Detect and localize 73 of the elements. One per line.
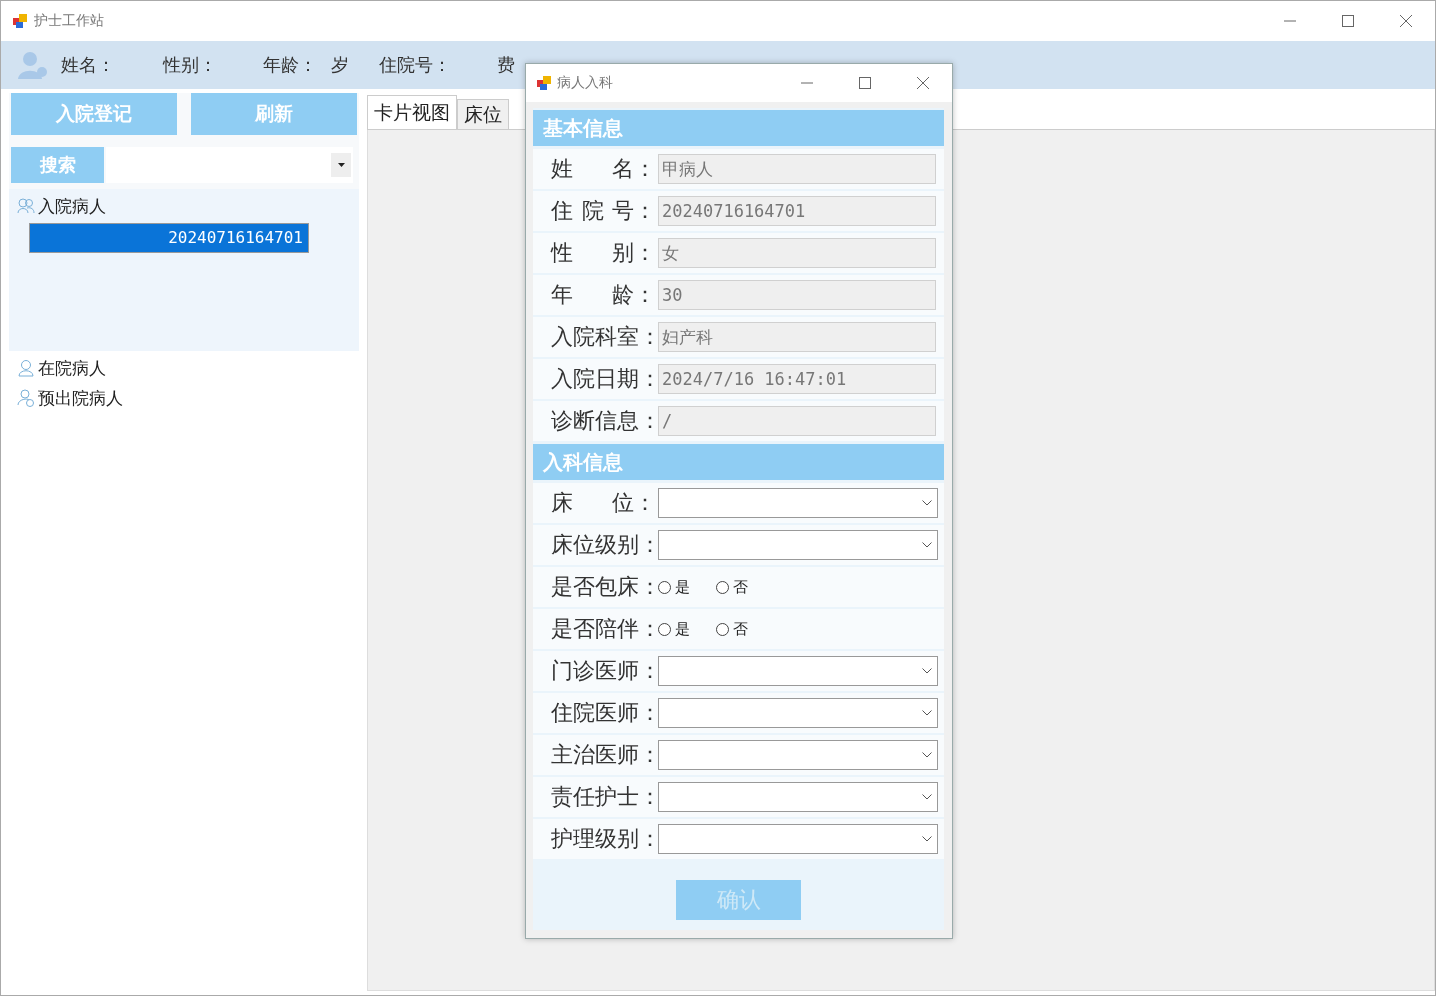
- chevron-down-icon: [922, 542, 932, 548]
- section-header: 基本信息: [533, 110, 944, 146]
- chevron-down-icon: [922, 500, 932, 506]
- tree-item[interactable]: 在院病人: [17, 355, 359, 381]
- chevron-down-icon: [922, 836, 932, 842]
- field-label: 床位：: [551, 489, 656, 517]
- field-label: 是否陪伴：: [551, 615, 656, 643]
- field-label: 诊断信息：: [551, 407, 656, 435]
- chevron-down-icon: [922, 668, 932, 674]
- section-header: 入科信息: [533, 444, 944, 480]
- field-label: 床位级别：: [551, 531, 656, 559]
- dropdown-icon: [337, 163, 345, 167]
- chevron-down-icon: [922, 794, 932, 800]
- tree-item[interactable]: 入院病人: [17, 193, 359, 219]
- people-icon: [17, 389, 35, 407]
- field-label: 性别：: [551, 239, 656, 267]
- window-title: 护士工作站: [34, 12, 104, 30]
- field-label: 护理级别：: [551, 825, 656, 853]
- field-label: 入院科室：: [551, 323, 656, 351]
- read-only-field[interactable]: 20240716164701: [658, 196, 936, 226]
- field-label: 主治医师：: [551, 741, 656, 769]
- header-label: 岁: [331, 53, 349, 77]
- field-label: 住院号：: [551, 197, 656, 225]
- field-label: 入院日期：: [551, 365, 656, 393]
- tree-item[interactable]: 预出院病人: [17, 385, 359, 411]
- header-label: 费: [497, 53, 515, 77]
- dialog-title: 病人入科: [557, 74, 613, 92]
- dropdown-field[interactable]: [658, 740, 938, 770]
- dropdown-field[interactable]: [658, 824, 938, 854]
- header-label: 住院号：: [379, 53, 451, 77]
- chevron-down-icon: [922, 752, 932, 758]
- radio-label: 否: [733, 577, 748, 597]
- field-label: 姓名：: [551, 155, 656, 183]
- search-field[interactable]: [106, 147, 353, 183]
- radio-label: 是: [675, 577, 690, 597]
- person-icon: [17, 50, 47, 80]
- field-label: 住院医师：: [551, 699, 656, 727]
- field-label: 是否包床：: [551, 573, 656, 601]
- read-only-field[interactable]: 30: [658, 280, 936, 310]
- dropdown-field[interactable]: [658, 488, 938, 518]
- close-icon: [1400, 15, 1412, 27]
- read-only-field[interactable]: /: [658, 406, 936, 436]
- read-only-field[interactable]: 2024/7/16 16:47:01: [658, 364, 936, 394]
- dropdown-field[interactable]: [658, 530, 938, 560]
- tab[interactable]: 床位: [457, 99, 509, 129]
- read-only-field[interactable]: 妇产科: [658, 322, 936, 352]
- field-label: 年龄：: [551, 281, 656, 309]
- header-label: 年龄：: [263, 53, 317, 77]
- radio-button[interactable]: [658, 580, 671, 594]
- header-label: 姓名：: [61, 53, 115, 77]
- dropdown-field[interactable]: [658, 656, 938, 686]
- maximize-icon: [1342, 15, 1354, 27]
- read-only-field[interactable]: 女: [658, 238, 936, 268]
- dropdown-field[interactable]: [658, 698, 938, 728]
- tab[interactable]: 卡片视图: [367, 95, 457, 129]
- radio-label: 是: [675, 619, 690, 639]
- app-icon: [536, 75, 552, 91]
- radio-button[interactable]: [716, 580, 729, 594]
- radio-label: 否: [733, 619, 748, 639]
- tree-item[interactable]: 20240716164701: [29, 223, 309, 253]
- chevron-down-icon: [922, 710, 932, 716]
- close-icon: [917, 77, 929, 89]
- maximize-icon: [859, 77, 871, 89]
- field-label: 门诊医师：: [551, 657, 656, 685]
- dropdown-field[interactable]: [658, 782, 938, 812]
- radio-button[interactable]: [716, 622, 729, 636]
- header-label: 性别：: [163, 53, 217, 77]
- radio-button[interactable]: [658, 622, 671, 636]
- people-icon: [17, 197, 35, 215]
- people-icon: [17, 359, 35, 377]
- field-label: 责任护士：: [551, 783, 656, 811]
- read-only-field[interactable]: 甲病人: [658, 154, 936, 184]
- app-icon: [12, 13, 28, 29]
